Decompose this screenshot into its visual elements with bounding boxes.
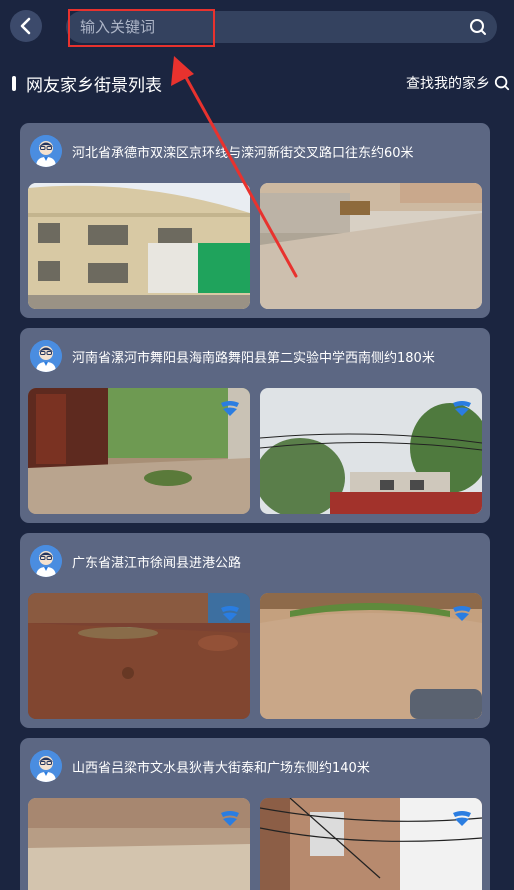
street-photo[interactable] [260,798,482,890]
section-title: 网友家乡街景列表 [26,76,162,96]
panorama-icon [221,606,239,621]
search-input[interactable] [80,11,440,43]
street-photo[interactable] [28,183,250,309]
user-avatar-icon [30,135,62,167]
search-box[interactable] [66,11,497,43]
card-address: 河南省漯河市舞阳县海南路舞阳县第二实验中学西南侧约180米 [72,351,435,366]
street-photo[interactable] [260,183,482,309]
street-photo[interactable] [28,798,250,890]
back-button[interactable] [10,10,42,42]
panorama-icon [221,811,239,826]
header [0,0,514,56]
street-view-card[interactable]: 广东省湛江市徐闻县进港公路 [20,533,490,728]
search-icon[interactable] [469,18,487,36]
street-photo[interactable] [28,593,250,719]
card-address: 山西省吕梁市文水县狄青大街泰和广场东侧约140米 [72,761,370,776]
card-address: 河北省承德市双滦区京环线与滦河新街交叉路口往东约60米 [72,146,414,161]
search-icon[interactable] [494,75,510,91]
section-title-bar [12,76,16,91]
panorama-icon [453,401,471,416]
street-photo[interactable] [260,593,482,719]
user-avatar-icon [30,545,62,577]
panorama-icon [221,401,239,416]
card-address: 广东省湛江市徐闻县进港公路 [72,556,242,571]
user-avatar-icon [30,340,62,372]
street-photo[interactable] [28,388,250,514]
street-photo[interactable] [260,388,482,514]
back-arrow-icon [20,17,31,35]
panorama-icon [453,606,471,621]
find-my-hometown-link[interactable]: 查找我的家乡 [406,73,490,93]
panorama-icon [453,811,471,826]
user-avatar-icon [30,750,62,782]
street-view-card[interactable]: 山西省吕梁市文水县狄青大街泰和广场东侧约140米 [20,738,490,890]
street-view-card[interactable]: 河北省承德市双滦区京环线与滦河新街交叉路口往东约60米 [20,123,490,318]
street-view-card[interactable]: 河南省漯河市舞阳县海南路舞阳县第二实验中学西南侧约180米 [20,328,490,523]
